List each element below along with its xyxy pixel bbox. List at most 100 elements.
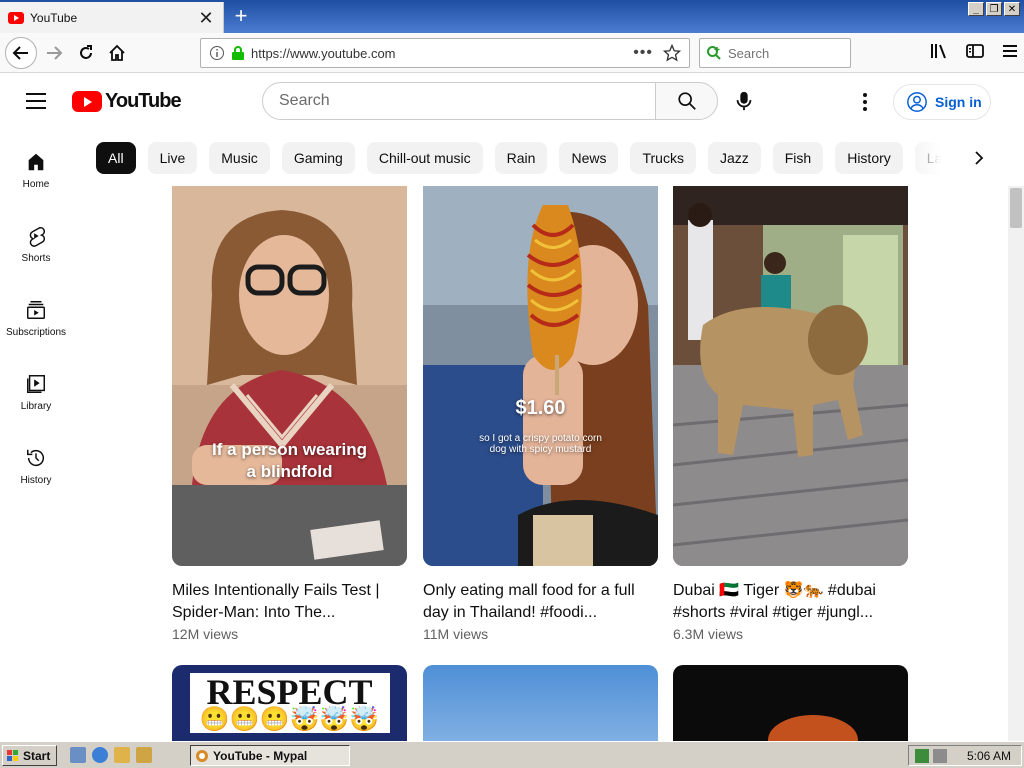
outlook-express-icon[interactable] — [114, 747, 130, 763]
search-placeholder: Search — [279, 92, 330, 109]
forward-button[interactable] — [40, 39, 68, 67]
chevron-right-icon — [975, 151, 984, 165]
video-thumbnail[interactable] — [673, 186, 908, 566]
video-thumbnail[interactable]: If a person wearing a blindfold — [172, 186, 407, 566]
taskbar-item-label: YouTube - Mypal — [213, 748, 308, 763]
bookmark-star-icon[interactable] — [663, 44, 681, 62]
url-bar[interactable]: https://www.youtube.com ••• — [200, 38, 690, 68]
reload-button[interactable] — [72, 39, 100, 67]
browser-home-icon — [109, 44, 125, 61]
page-scrollbar[interactable] — [1008, 186, 1024, 741]
chip-news[interactable]: News — [559, 142, 619, 174]
explorer-icon[interactable] — [136, 747, 152, 763]
url-text[interactable]: https://www.youtube.com — [251, 46, 633, 61]
corn-dog-thumbnail-image — [423, 186, 658, 566]
reload-icon — [80, 45, 92, 59]
restore-button[interactable]: ❐ — [986, 2, 1002, 16]
forward-arrow-icon — [47, 46, 63, 60]
window-controls: _ ❐ ✕ — [968, 2, 1020, 16]
browser-search-bar[interactable]: Search — [699, 38, 851, 68]
start-label: Start — [23, 748, 51, 763]
search-input[interactable]: Search — [262, 82, 656, 120]
lock-icon — [232, 46, 244, 60]
new-tab-button[interactable]: + — [230, 4, 252, 28]
thumbnail-caption: so I got a crispy potato corn dog with s… — [479, 433, 602, 455]
thumbnail-caption: If a person wearing a blindfold — [212, 440, 367, 481]
youtube-play-logo-icon — [72, 91, 102, 112]
quick-launch — [70, 747, 152, 763]
windows-logo-icon — [7, 749, 18, 761]
chip-chill-out-music[interactable]: Chill-out music — [366, 142, 483, 174]
youtube-logo[interactable]: YouTube — [72, 90, 182, 113]
chip-gaming[interactable]: Gaming — [281, 142, 355, 174]
video-thumbnail[interactable] — [673, 665, 908, 741]
chip-live[interactable]: Live — [147, 142, 198, 174]
show-desktop-icon[interactable] — [70, 747, 86, 763]
scrollbar-thumb[interactable] — [1010, 188, 1022, 228]
browser-search-placeholder: Search — [728, 45, 770, 61]
minimize-button[interactable]: _ — [968, 2, 984, 16]
video-thumbnail[interactable]: $1.60 so I got a crispy potato corn dog … — [423, 186, 658, 566]
home-button[interactable] — [103, 39, 131, 67]
video-grid: If a person wearing a blindfold Miles In… — [0, 186, 1024, 741]
video-thumbnail[interactable]: RESPECT 😬😬😬🤯🤯🤯 — [172, 665, 407, 741]
video-views: 6.3M views — [673, 626, 744, 642]
sign-in-label: Sign in — [935, 94, 982, 110]
browser-nav-bar: https://www.youtube.com ••• Search — [0, 33, 1024, 73]
animated-woman-thumbnail-image — [172, 186, 407, 566]
guide-menu-icon[interactable] — [26, 93, 46, 109]
internet-explorer-icon[interactable] — [92, 747, 108, 763]
video-views: 11M views — [423, 626, 489, 642]
voice-search-button[interactable] — [729, 86, 759, 116]
chip-jazz[interactable]: Jazz — [707, 142, 761, 174]
info-icon[interactable] — [209, 45, 225, 61]
back-button[interactable] — [5, 37, 37, 69]
system-tray: 5:06 AM — [908, 745, 1022, 766]
page-actions-icon[interactable]: ••• — [633, 44, 653, 62]
browser-tab-bar: YouTube ✕ + _ ❐ ✕ — [0, 0, 1024, 33]
chip-all[interactable]: All — [96, 142, 136, 174]
microphone-icon — [736, 91, 752, 111]
search-button[interactable] — [655, 82, 718, 120]
settings-menu-icon[interactable] — [857, 87, 873, 117]
video-card[interactable]: $1.60 so I got a crispy potato corn dog … — [423, 186, 658, 642]
video-card[interactable] — [673, 665, 908, 741]
volume-icon[interactable] — [933, 748, 947, 763]
network-icon[interactable] — [915, 748, 929, 763]
chip-fish[interactable]: Fish — [772, 142, 824, 174]
chip-music[interactable]: Music — [209, 142, 270, 174]
lion-thumbnail-image — [673, 186, 908, 566]
chip-rain[interactable]: Rain — [494, 142, 548, 174]
toolbar-right — [930, 43, 1018, 59]
close-tab-icon[interactable]: ✕ — [197, 9, 215, 27]
video-card[interactable]: RESPECT 😬😬😬🤯🤯🤯 — [172, 665, 407, 741]
mypal-app-icon — [196, 749, 208, 762]
video-thumbnail[interactable] — [423, 665, 658, 741]
account-circle-icon — [907, 92, 927, 112]
sign-in-button[interactable]: Sign in — [893, 84, 991, 120]
clock[interactable]: 5:06 AM — [967, 749, 1011, 763]
sidebar-toggle-icon[interactable] — [966, 43, 984, 59]
emoji-row: 😬😬😬🤯🤯🤯 — [199, 706, 380, 733]
video-title[interactable]: Only eating mall food for a full day in … — [423, 580, 653, 624]
video-views: 12M views — [172, 626, 239, 642]
library-shelf-icon[interactable] — [930, 43, 948, 59]
video-title[interactable]: Dubai 🇦🇪 Tiger 🐯🐅 #dubai #shorts #viral … — [673, 580, 903, 624]
chip-history[interactable]: History — [835, 142, 903, 174]
menu-icon[interactable] — [1002, 43, 1018, 59]
chip-trucks[interactable]: Trucks — [630, 142, 696, 174]
start-button[interactable]: Start — [2, 745, 57, 766]
taskbar-item-mypal[interactable]: YouTube - Mypal — [190, 745, 350, 766]
video-title[interactable]: Miles Intentionally Fails Test | Spider-… — [172, 580, 402, 624]
search-engine-icon — [707, 46, 721, 60]
youtube-favicon-icon — [8, 11, 24, 24]
window-close-button[interactable]: ✕ — [1004, 2, 1020, 16]
youtube-header: YouTube Search Sign in — [0, 73, 1024, 131]
youtube-logo-text: YouTube — [105, 90, 182, 112]
browser-tab[interactable]: YouTube ✕ — [0, 2, 224, 33]
video-card[interactable]: Dubai 🇦🇪 Tiger 🐯🐅 #dubai #shorts #viral … — [673, 186, 908, 642]
home-icon — [28, 153, 44, 171]
video-card[interactable]: If a person wearing a blindfold Miles In… — [172, 186, 407, 642]
chips-next-button[interactable] — [966, 145, 992, 171]
video-card[interactable] — [423, 665, 658, 741]
